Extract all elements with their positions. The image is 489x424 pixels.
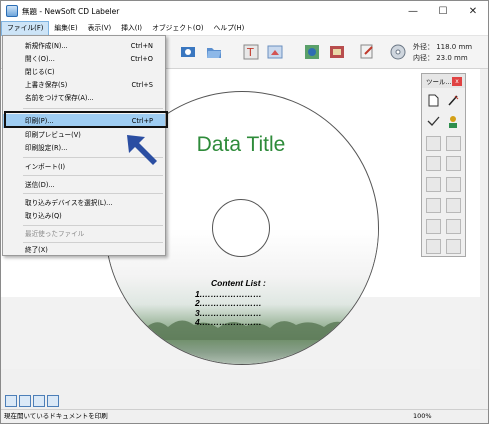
- menu-item-new[interactable]: 新規作成(N)... Ctrl+N: [3, 39, 165, 53]
- disc-center-hole: [212, 199, 270, 257]
- zoom-in-tool[interactable]: [446, 239, 461, 254]
- align-right-tool[interactable]: [446, 136, 461, 151]
- status-text: 現在開いているドキュメントを印刷: [4, 412, 108, 420]
- highlight-box: [4, 111, 168, 128]
- palette-close-button[interactable]: x: [452, 77, 462, 86]
- cd-icon[interactable]: [389, 43, 407, 61]
- menu-item-label: 印刷設定(R)...: [25, 144, 68, 152]
- insert-image-icon[interactable]: [179, 43, 197, 61]
- menu-item-label: 名前をつけて保存(A)...: [25, 94, 94, 102]
- content-list[interactable]: Content List : 1.………………… 2.………………… 3.…………: [195, 278, 266, 328]
- pen-tool-icon[interactable]: [446, 93, 461, 108]
- menu-item-send[interactable]: 送信(D)...: [3, 178, 165, 192]
- menu-item-save-as[interactable]: 名前をつけて保存(A)...: [3, 91, 165, 105]
- page-view-icon[interactable]: [19, 395, 31, 407]
- insert-frame-icon[interactable]: [328, 43, 346, 61]
- outer-diameter: 外径： 118.0 mm: [413, 43, 473, 51]
- inner-diameter: 内径： 23.0 mm: [413, 54, 468, 62]
- bring-front-tool[interactable]: [426, 156, 441, 171]
- ungroup-tool[interactable]: [446, 177, 461, 192]
- label-view-icon[interactable]: [33, 395, 45, 407]
- shortcut-label: Ctrl+O: [130, 55, 153, 63]
- title-bar: 無題 - NewSoft CD Labeler — ☐ ✕: [1, 1, 488, 21]
- menu-separator: [23, 175, 163, 176]
- group-tool[interactable]: [426, 177, 441, 192]
- print-label-icon[interactable]: [358, 43, 376, 61]
- flip-h-tool[interactable]: [426, 198, 441, 213]
- menu-separator: [23, 108, 163, 109]
- app-icon: [6, 5, 18, 17]
- insert-shape-icon[interactable]: [266, 43, 284, 61]
- align-left-tool[interactable]: [426, 136, 441, 151]
- menu-view[interactable]: 表示(V): [83, 21, 117, 36]
- menu-item-label: 取り込み(Q): [25, 212, 62, 220]
- menu-insert[interactable]: 挿入(I): [116, 21, 147, 36]
- menu-item-label: 終了(X): [25, 246, 48, 254]
- minimize-button[interactable]: —: [398, 1, 428, 21]
- menu-item-select-device[interactable]: 取り込みデバイスを選択(L)...: [3, 196, 165, 210]
- menu-item-label: 印刷プレビュー(V): [25, 131, 81, 139]
- menu-object[interactable]: オブジェクト(O): [147, 21, 208, 36]
- menu-edit[interactable]: 編集(E): [49, 21, 82, 36]
- menu-help[interactable]: ヘルプ(H): [209, 21, 250, 36]
- rotate-tool[interactable]: [426, 219, 441, 234]
- vertical-scrollbar[interactable]: [480, 69, 488, 395]
- pointer-arrow-icon: [127, 135, 157, 165]
- disc-title[interactable]: Data Title: [181, 133, 301, 157]
- insert-clipart-icon[interactable]: [303, 43, 321, 61]
- palette-title: ツール...: [426, 78, 452, 86]
- svg-text:T: T: [246, 46, 254, 59]
- disc-view-icon[interactable]: [47, 395, 59, 407]
- window-title: 無題 - NewSoft CD Labeler: [22, 6, 120, 16]
- menu-item-label: 取り込みデバイスを選択(L)...: [25, 199, 113, 207]
- zoom-level: 100%: [413, 412, 432, 420]
- content-list-heading: Content List :: [211, 278, 266, 288]
- insert-text-icon[interactable]: T: [242, 43, 260, 61]
- menu-item-recent-files: 最近使ったファイル: [3, 227, 165, 241]
- menu-item-label: 送信(D)...: [25, 181, 55, 189]
- send-back-tool[interactable]: [446, 156, 461, 171]
- status-bar: 現在開いているドキュメントを印刷 100%: [1, 409, 488, 423]
- menu-item-label: 新規作成(N)...: [25, 42, 68, 50]
- menu-separator: [23, 225, 163, 226]
- shortcut-label: Ctrl+N: [130, 42, 153, 50]
- close-button[interactable]: ✕: [458, 1, 488, 21]
- disc-size-readout: 外径： 118.0 mm 内径： 23.0 mm: [413, 42, 472, 64]
- zoom-out-tool[interactable]: [426, 239, 441, 254]
- person-tool-icon[interactable]: [446, 114, 461, 129]
- menu-item-label: 開く(O)...: [25, 55, 55, 63]
- menu-item-label: 上書き保存(S): [25, 81, 68, 89]
- tool-palette: ツール... x: [421, 73, 466, 257]
- open-folder-icon[interactable]: [205, 43, 223, 61]
- menu-bar: ファイル(F) 編集(E) 表示(V) 挿入(I) オブジェクト(O) ヘルプ(…: [1, 20, 488, 36]
- app-window: 無題 - NewSoft CD Labeler — ☐ ✕ ファイル(F) 編集…: [0, 0, 489, 424]
- new-page-tool-icon[interactable]: [426, 93, 441, 108]
- menu-item-label: インポート(I): [25, 163, 66, 171]
- shortcut-label: Ctrl+S: [131, 81, 153, 89]
- check-tool-icon[interactable]: [426, 114, 441, 129]
- view-mode-bar: [5, 395, 59, 408]
- menu-item-exit[interactable]: 終了(X): [3, 243, 165, 257]
- content-line-4: 4.…………………: [195, 317, 262, 327]
- menu-item-acquire[interactable]: 取り込み(Q): [3, 209, 165, 223]
- menu-file[interactable]: ファイル(F): [1, 20, 50, 36]
- menu-separator: [23, 193, 163, 194]
- menu-item-close[interactable]: 閉じる(C): [3, 65, 165, 79]
- maximize-button[interactable]: ☐: [428, 1, 458, 21]
- menu-item-label: 閉じる(C): [25, 68, 55, 76]
- menu-item-open[interactable]: 開く(O)... Ctrl+O: [3, 52, 165, 66]
- grid-view-icon[interactable]: [5, 395, 17, 407]
- flip-v-tool[interactable]: [446, 198, 461, 213]
- distribute-tool[interactable]: [446, 219, 461, 234]
- menu-item-label: 最近使ったファイル: [25, 230, 85, 238]
- menu-item-save[interactable]: 上書き保存(S) Ctrl+S: [3, 78, 165, 92]
